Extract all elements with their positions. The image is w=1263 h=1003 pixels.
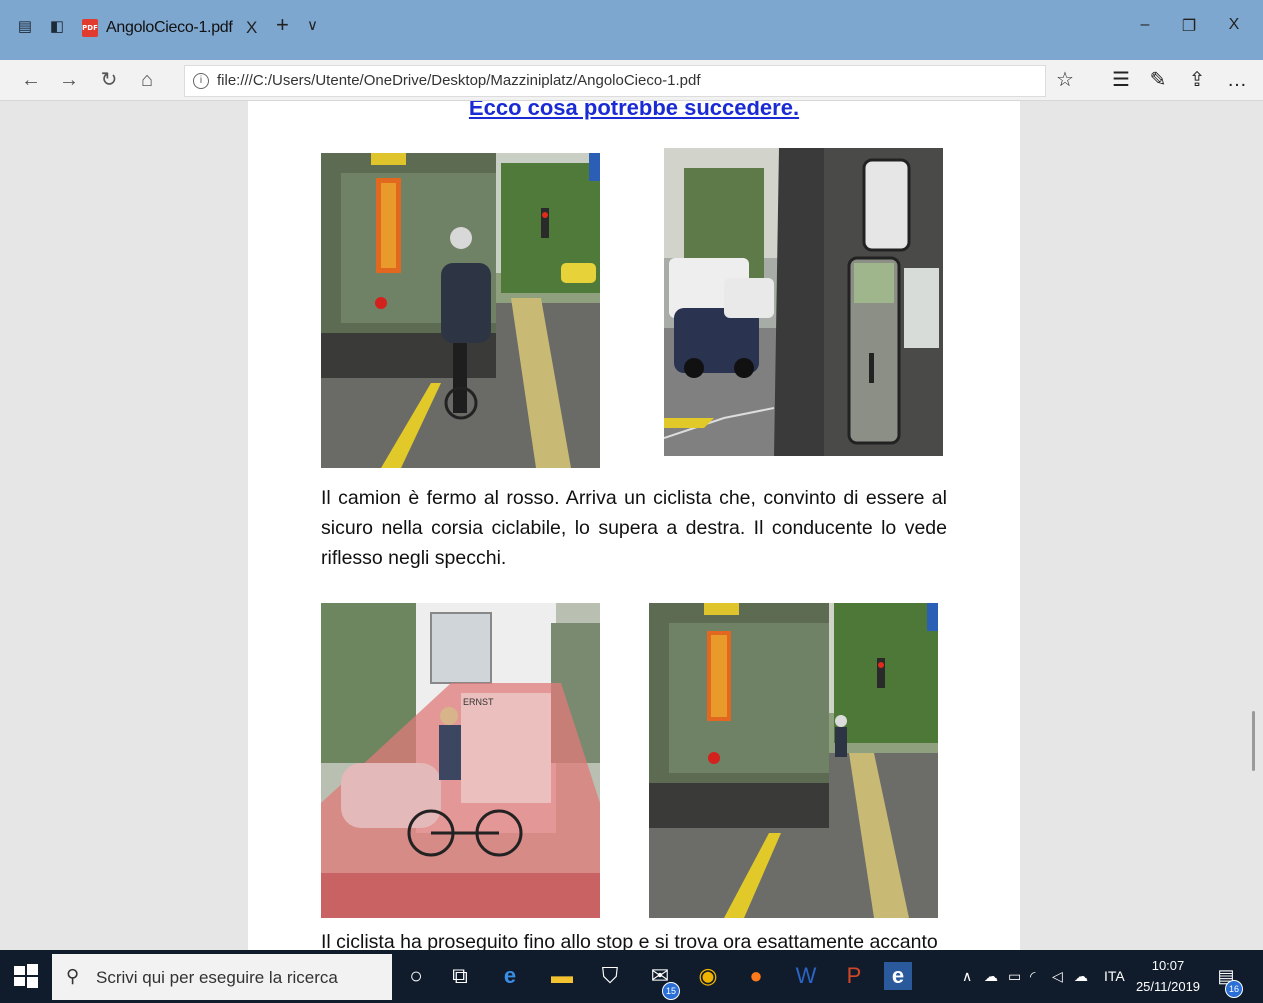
clock[interactable]: 10:07 25/11/2019 [1130,955,1206,997]
file-explorer-icon[interactable]: ▬ [548,962,576,990]
navigation-bar: ← → ↻ ⌂ i file:///C:/Users/Utente/OneDri… [0,60,1263,101]
battery-icon[interactable]: ▭ [1008,967,1021,985]
minimize-button[interactable]: – [1130,16,1160,34]
restore-button[interactable]: ❐ [1174,16,1204,36]
windows-start-icon[interactable] [12,962,40,990]
favorites-list-icon[interactable]: ☰ [1108,69,1134,91]
new-tab-button[interactable]: + [276,14,289,36]
pdf-viewer[interactable]: Ecco cosa potrebbe succedere. Il camion … [0,101,1263,950]
store-icon[interactable]: ⛉ [596,962,624,990]
onedrive-icon[interactable]: ☁ [984,967,998,985]
taskbar: ⚲ Scrivi qui per eseguire la ricerca ○ ⧉… [0,950,1263,1003]
photo-mirror-view [664,148,943,456]
wifi-icon[interactable]: ◜ [1030,967,1035,985]
photo-cyclist-passing [649,603,938,918]
notifications-badge: 16 [1225,980,1243,998]
refresh-icon[interactable]: ↻ [94,68,124,92]
tab-actions-icon[interactable]: ▤ [16,18,34,36]
address-bar[interactable]: i file:///C:/Users/Utente/OneDrive/Deskt… [184,65,1046,97]
tab-pdf[interactable]: PDF AngoloCieco-1.pdf X [76,4,269,56]
volume-icon[interactable]: ◁ [1052,967,1063,985]
clock-date: 25/11/2019 [1135,979,1201,994]
vertical-scrollbar[interactable] [1252,711,1255,771]
photo-cyclist-behind-truck [321,153,600,468]
search-icon: ⚲ [66,966,80,986]
tab-close-button[interactable]: X [246,18,257,38]
task-view-icon[interactable]: ⧉ [446,962,474,990]
photo-ernst-label: ERNST [463,697,494,707]
pdf-page: Ecco cosa potrebbe succedere. Il camion … [248,101,1020,950]
chrome-icon[interactable]: ◉ [694,962,722,990]
clock-time: 10:07 [1151,958,1185,973]
favorite-star-icon[interactable]: ☆ [1052,69,1078,91]
tab-preview-toggle[interactable]: ∨ [307,16,318,34]
close-button[interactable]: X [1219,16,1249,34]
taskbar-search[interactable]: ⚲ Scrivi qui per eseguire la ricerca [52,954,392,1000]
language-indicator[interactable]: ITA [1104,967,1125,985]
firefox-icon[interactable]: ● [742,962,770,990]
paragraph-2: Il ciclista ha proseguito fino allo stop… [321,931,938,950]
powerpoint-icon[interactable]: P [840,962,868,990]
search-placeholder[interactable]: Scrivi qui per eseguire la ricerca [96,968,338,988]
pdf-file-icon: PDF [82,19,98,37]
edge-icon[interactable]: e [496,962,524,990]
word-icon[interactable]: W [792,962,820,990]
mail-badge: 15 [662,982,680,1000]
forward-arrow-icon[interactable]: → [54,68,84,92]
title-bar: ▤ ◧ PDF AngoloCieco-1.pdf X + ∨ – ❐ X [0,0,1263,60]
share-icon[interactable]: ⇪ [1184,69,1210,91]
url-text[interactable]: file:///C:/Users/Utente/OneDrive/Desktop… [217,72,701,89]
pen-icon[interactable]: ✎ [1145,69,1171,91]
cortana-icon[interactable]: ○ [402,962,430,990]
home-icon[interactable]: ⌂ [132,68,162,92]
edge-active-icon[interactable]: e [884,962,912,990]
more-options-icon[interactable]: … [1224,69,1250,91]
paragraph-1: Il camion è fermo al rosso. Arriva un ci… [321,487,947,569]
show-hidden-icons[interactable]: ∧ [962,967,972,985]
back-arrow-icon[interactable]: ← [16,68,46,92]
set-tabs-aside-icon[interactable]: ◧ [48,18,66,36]
page-heading[interactable]: Ecco cosa potrebbe succedere. [248,101,1020,121]
photo-blind-spot: ERNST [321,603,600,918]
info-icon[interactable]: i [193,73,209,89]
cloud-sync-icon[interactable]: ☁ [1074,967,1088,985]
tab-title: AngoloCieco-1.pdf [106,19,233,36]
